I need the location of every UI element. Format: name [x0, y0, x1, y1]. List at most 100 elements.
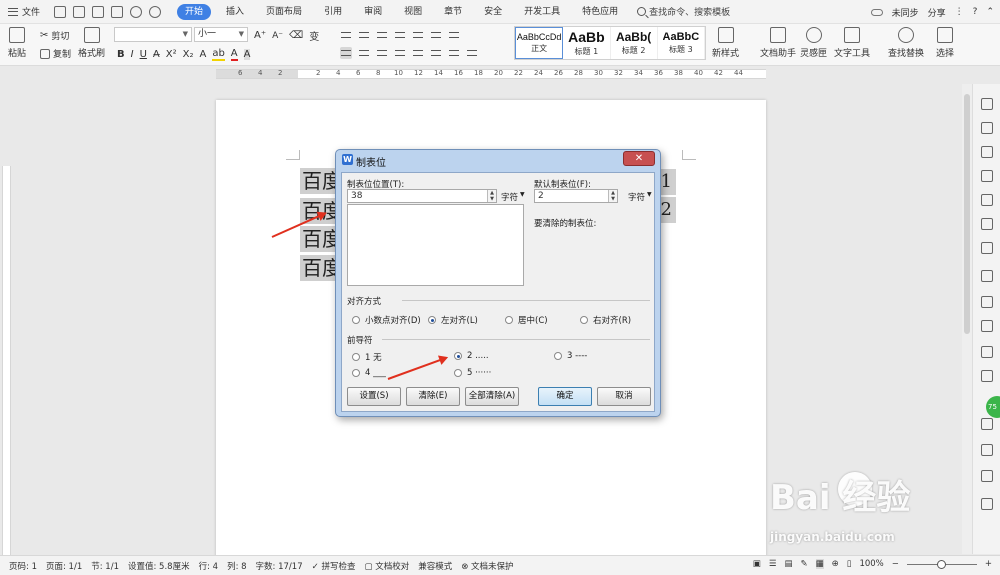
format-painter-button[interactable]: 格式刷 — [78, 27, 105, 59]
status-pages[interactable]: 页面: 1/1 — [46, 560, 82, 572]
status-section[interactable]: 节: 1/1 — [91, 560, 119, 572]
tab-position-input[interactable]: 38 ▲ ▼ — [347, 189, 497, 203]
horizontal-ruler[interactable]: 6 4 2 2 4 6 8 10 12 14 16 18 20 22 24 26… — [0, 67, 1000, 81]
layers-icon[interactable] — [981, 270, 993, 282]
tab-developer[interactable]: 开发工具 — [513, 0, 571, 24]
share-button[interactable]: 分享 — [928, 6, 946, 19]
status-page-number[interactable]: 页码: 1 — [9, 560, 37, 572]
link-share-icon[interactable] — [981, 470, 993, 482]
sync-status[interactable]: 未同步 — [892, 6, 919, 19]
underline-icon[interactable]: U — [140, 49, 147, 60]
print-layout-icon[interactable]: ▦ — [815, 559, 824, 569]
vertical-ruler[interactable] — [0, 84, 14, 556]
save-cloud-icon[interactable] — [981, 346, 993, 358]
decrease-indent-icon[interactable] — [376, 29, 388, 41]
set-button[interactable]: 设置(S) — [347, 387, 401, 406]
link-icon[interactable] — [981, 146, 993, 158]
leader-underline-radio[interactable]: 4 ___ — [352, 368, 386, 378]
history-icon[interactable] — [981, 444, 993, 456]
subscript-icon[interactable]: X₂ — [183, 49, 194, 60]
cut-button[interactable]: ✂ 剪切 — [40, 29, 69, 42]
chart-icon[interactable] — [981, 242, 993, 254]
justify-icon[interactable] — [394, 47, 406, 59]
leader-dots-radio[interactable]: 2 ..... — [454, 351, 489, 361]
spell-check-button[interactable]: ✓ 拼写检查 — [312, 560, 356, 572]
zoom-out-icon[interactable]: − — [892, 559, 899, 569]
italic-icon[interactable]: I — [131, 49, 134, 60]
close-button[interactable]: ✕ — [623, 151, 655, 166]
show-marks-icon[interactable] — [448, 29, 460, 41]
align-left-radio[interactable]: 左对齐(L) — [428, 314, 478, 326]
text-tools-button[interactable]: 文字工具 — [834, 27, 870, 59]
font-color-icon[interactable]: A — [230, 48, 238, 61]
pointer-icon[interactable] — [981, 122, 993, 134]
align-right-icon[interactable] — [376, 47, 388, 59]
more-icon[interactable]: ⋮ — [955, 7, 964, 17]
outline-icon[interactable]: ☰ — [769, 559, 777, 569]
table-icon[interactable] — [981, 194, 993, 206]
style-heading-1[interactable]: AaBb 标题 1 — [563, 27, 611, 59]
tab-home[interactable]: 开始 — [177, 3, 212, 20]
superscript-icon[interactable]: X² — [166, 49, 177, 60]
chevron-down-icon[interactable]: ▼ — [520, 191, 525, 198]
default-tab-input[interactable]: 2 ▲ ▼ — [534, 189, 618, 203]
redo-icon[interactable] — [149, 5, 162, 18]
export-pdf-icon[interactable] — [92, 5, 105, 18]
char-shading-icon[interactable]: A — [243, 49, 251, 60]
compat-mode[interactable]: 兼容模式 — [418, 560, 452, 572]
find-replace-button[interactable]: 查找替换 — [888, 27, 924, 59]
tab-insert[interactable]: 插入 — [215, 0, 255, 24]
status-setting[interactable]: 设置值: 5.8厘米 — [128, 560, 190, 572]
phonetic-icon[interactable]: 变 — [309, 28, 319, 43]
tab-review[interactable]: 审阅 — [353, 0, 393, 24]
align-decimal-radio[interactable]: 小数点对齐(D) — [352, 314, 421, 326]
increase-indent-icon[interactable] — [394, 29, 406, 41]
shrink-font-icon[interactable]: A⁻ — [272, 31, 283, 41]
highlight-icon[interactable]: ab — [212, 48, 225, 61]
leader-middle-dots-radio[interactable]: 5 ······ — [454, 368, 491, 378]
chinese-layout-icon[interactable] — [412, 29, 424, 41]
unit-select[interactable]: 字符 — [628, 191, 645, 203]
print-icon[interactable] — [73, 5, 86, 18]
tab-positions-list[interactable] — [347, 204, 524, 286]
focus-mode-icon[interactable]: ▣ — [753, 559, 761, 569]
tab-references[interactable]: 引用 — [313, 0, 353, 24]
spin-arrows-icon[interactable]: ▲ ▼ — [487, 190, 496, 202]
tab-page-layout[interactable]: 页面布局 — [255, 0, 313, 24]
tab-section[interactable]: 章节 — [433, 0, 473, 24]
strikethrough-icon[interactable]: A̶ — [153, 49, 160, 60]
scrollbar-thumb[interactable] — [964, 94, 970, 334]
copy-button[interactable]: 复制 — [40, 47, 71, 60]
font-name-select[interactable]: ▼ — [114, 27, 192, 42]
zoom-slider-knob[interactable] — [936, 559, 946, 569]
tab-features[interactable]: 特色应用 — [571, 0, 629, 24]
borders-icon[interactable] — [466, 47, 478, 59]
font-size-select[interactable]: 小一 ▼ — [194, 27, 248, 42]
archive-icon[interactable] — [981, 370, 993, 382]
book-icon[interactable] — [981, 296, 993, 308]
proofread-button[interactable]: ▢ 文档校对 — [364, 560, 409, 572]
unit-select[interactable]: 字符 — [501, 191, 518, 203]
save-icon[interactable] — [54, 5, 67, 18]
spin-arrows-icon[interactable]: ▲ ▼ — [608, 190, 617, 202]
edit-icon[interactable]: ✎ — [800, 559, 807, 569]
style-heading-2[interactable]: AaBb( 标题 2 — [611, 27, 658, 59]
status-row[interactable]: 行: 4 — [199, 560, 218, 572]
zoom-in-icon[interactable]: + — [985, 559, 992, 569]
command-search[interactable]: 查找命令、搜索模板 — [637, 5, 730, 18]
file-menu[interactable]: 文件 — [0, 0, 48, 24]
paste-button[interactable]: 粘贴 — [8, 27, 26, 59]
shading-icon[interactable] — [448, 47, 460, 59]
image-icon[interactable] — [981, 218, 993, 230]
collapse-icon[interactable]: ⌃ — [986, 7, 994, 17]
align-center-radio[interactable]: 居中(C) — [505, 314, 548, 326]
distributed-icon[interactable] — [412, 47, 424, 59]
line-spacing-icon[interactable] — [430, 47, 442, 59]
leader-none-radio[interactable]: 1 无 — [352, 351, 382, 363]
style-normal[interactable]: AaBbCcDd 正文 — [515, 27, 564, 59]
web-layout-icon[interactable]: ⊕ — [832, 559, 839, 569]
numbering-icon[interactable] — [358, 29, 370, 41]
tab-view[interactable]: 视图 — [393, 0, 433, 24]
print-preview-icon[interactable] — [111, 5, 124, 18]
doc-helper-button[interactable]: 文档助手 — [760, 27, 796, 59]
